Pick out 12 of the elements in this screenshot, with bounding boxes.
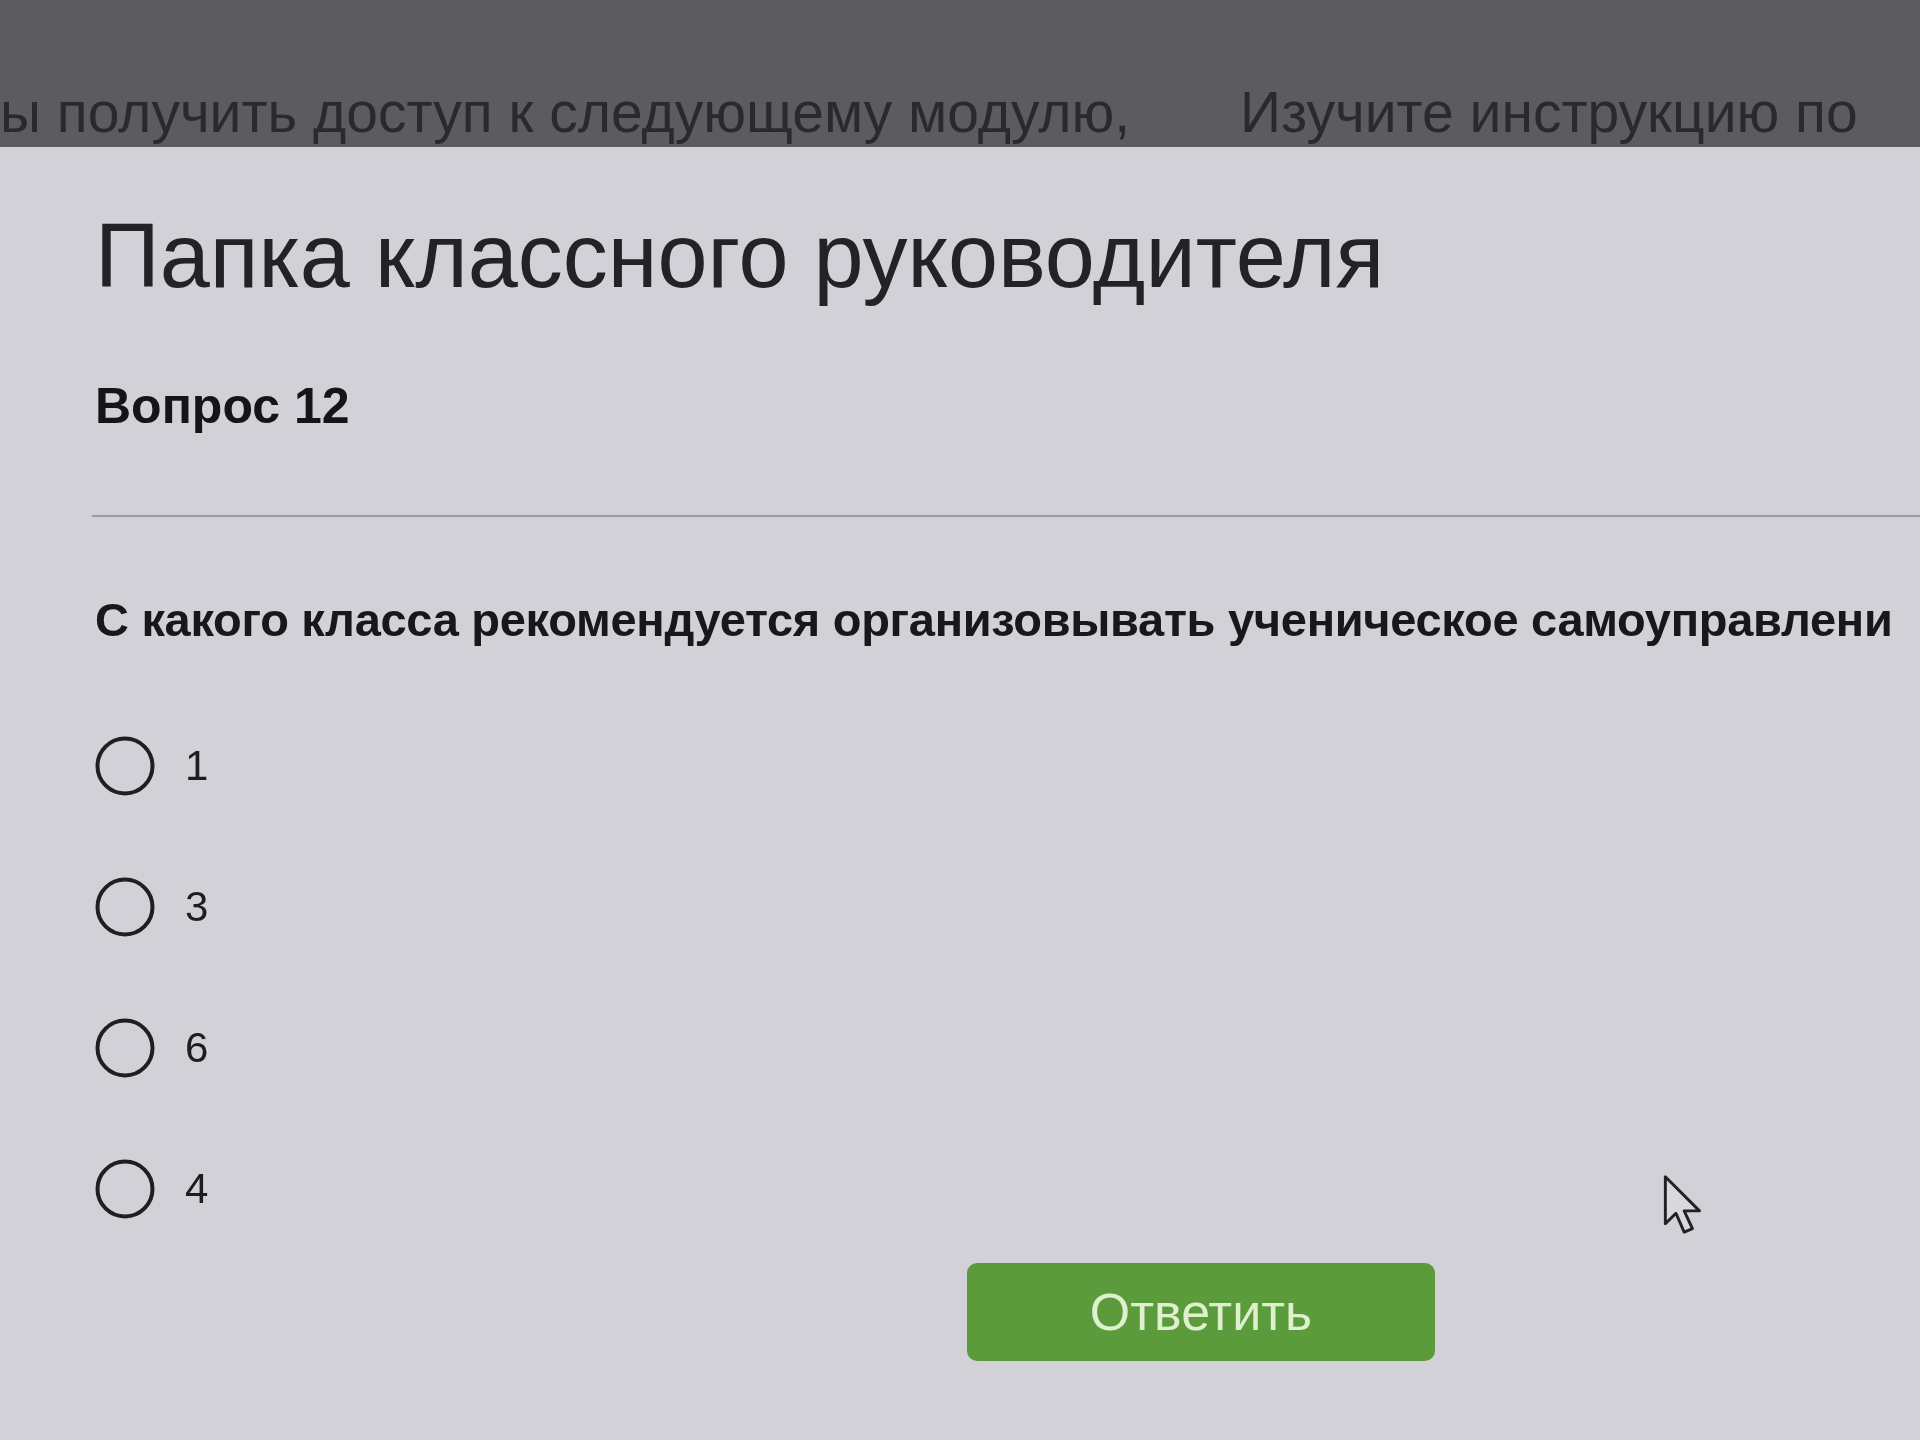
radio-button-icon[interactable] [95, 1018, 155, 1078]
radio-button-icon[interactable] [95, 736, 155, 796]
radio-button-icon[interactable] [95, 877, 155, 937]
answer-option[interactable]: 6 [95, 1018, 209, 1078]
dialog-title: Папка классного руководителя [95, 205, 1385, 307]
answer-option[interactable]: 1 [95, 736, 209, 796]
radio-button-icon[interactable] [95, 1159, 155, 1219]
question-number: Вопрос 12 [95, 377, 350, 435]
answer-option[interactable]: 3 [95, 877, 209, 937]
question-text: С какого класса рекомендуется организовывать ученическое самоуправлени [95, 592, 1893, 648]
mouse-pointer-icon [1663, 1174, 1703, 1236]
answer-option[interactable]: 4 [95, 1159, 209, 1219]
